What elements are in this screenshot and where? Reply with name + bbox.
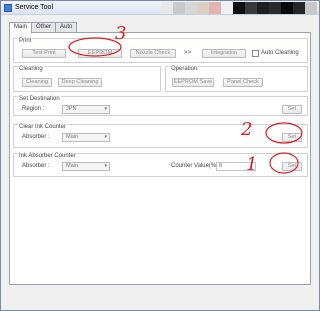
set-destination-group: Set Destination Region : JPN ▾ Set [13,96,308,116]
title-color-strip [161,2,317,14]
deep-cleaning-button[interactable]: Deep Cleaning [58,78,102,87]
panel-check-button[interactable]: Panel Check [223,78,263,87]
tab-main[interactable]: Main [9,22,33,33]
region-label: Region : [22,106,45,112]
operation-group: Operation EEPROM Save Panel Check [165,66,308,92]
title-swatch [209,2,221,14]
title-swatch [293,2,305,14]
counter-value-label: Counter Value(%) : [171,163,222,169]
tab-other[interactable]: Other [31,22,57,32]
clear-ink-absorber-value: Main [66,134,79,140]
eeprom-save-button[interactable]: EEPROM Save [172,78,214,87]
clear-ink-absorber-label: Absorber : [22,134,50,140]
nozzle-check-button[interactable]: Nozzle Check [130,49,176,58]
annotation-one: 1 [246,154,258,175]
cleaning-button[interactable]: Cleaning [22,78,52,87]
cleaning-group-title: Cleaning [18,66,44,73]
title-swatch [173,2,185,14]
arrows-label: >> [184,50,192,56]
tab-bar: Main Other Auto [9,22,78,33]
ink-absorber-label: Absorber : [22,163,50,169]
annotation-two: 2 [241,119,253,140]
ink-absorber-counter-group: Ink Absorber Counter Absorber : Main ▾ C… [13,153,308,177]
title-swatch [185,2,197,14]
test-print-button[interactable]: Test Print [22,49,66,58]
print-group: Print Test Print EEPROM Nozzle Check >> … [13,38,308,63]
title-bar: Service Tool [1,1,319,15]
annotation-three: 3 [115,23,127,44]
title-swatch [233,2,245,14]
region-select-value: JPN [66,106,77,112]
ink-absorber-select[interactable]: Main ▾ [62,162,110,171]
ink-absorber-counter-title: Ink Absorber Counter [18,153,77,160]
title-swatch [245,2,257,14]
print-group-title: Print [18,38,33,45]
title-swatch [221,2,233,14]
region-set-button[interactable]: Set [282,105,302,114]
cleaning-group: Cleaning Cleaning Deep Cleaning [13,66,161,92]
clear-ink-set-button[interactable]: Set [282,133,302,142]
app-icon [4,4,12,12]
chevron-down-icon: ▾ [104,106,107,112]
chevron-down-icon: ▾ [104,163,107,169]
tab-auto[interactable]: Auto [55,22,78,32]
service-tool-window: Service Tool Main Other Auto Print Test … [0,0,320,311]
clear-ink-absorber-select[interactable]: Main ▾ [62,133,110,142]
region-select[interactable]: JPN ▾ [62,105,110,114]
title-swatch [257,2,269,14]
title-swatch [305,2,317,14]
title-swatch [197,2,209,14]
clear-ink-counter-group: Clear Ink Counter Absorber : Main ▾ Set [13,124,308,148]
title-swatch [269,2,281,14]
integration-button[interactable]: Integration [202,49,246,58]
set-destination-title: Set Destination [18,96,61,103]
auto-cleaning-label: Auto Cleaning [261,50,299,56]
title-swatch [161,2,173,14]
chevron-down-icon: ▾ [104,134,107,140]
main-tab-content: Print Test Print EEPROM Nozzle Check >> … [9,32,311,285]
eeprom-button[interactable]: EEPROM [78,49,122,58]
title-swatch [281,2,293,14]
window-title: Service Tool [15,4,54,11]
ink-absorber-set-button[interactable]: Set [282,162,302,171]
auto-cleaning-checkbox[interactable] [252,50,259,57]
operation-group-title: Operation [170,66,199,73]
ink-absorber-value: Main [66,163,79,169]
clear-ink-counter-title: Clear Ink Counter [18,124,68,131]
